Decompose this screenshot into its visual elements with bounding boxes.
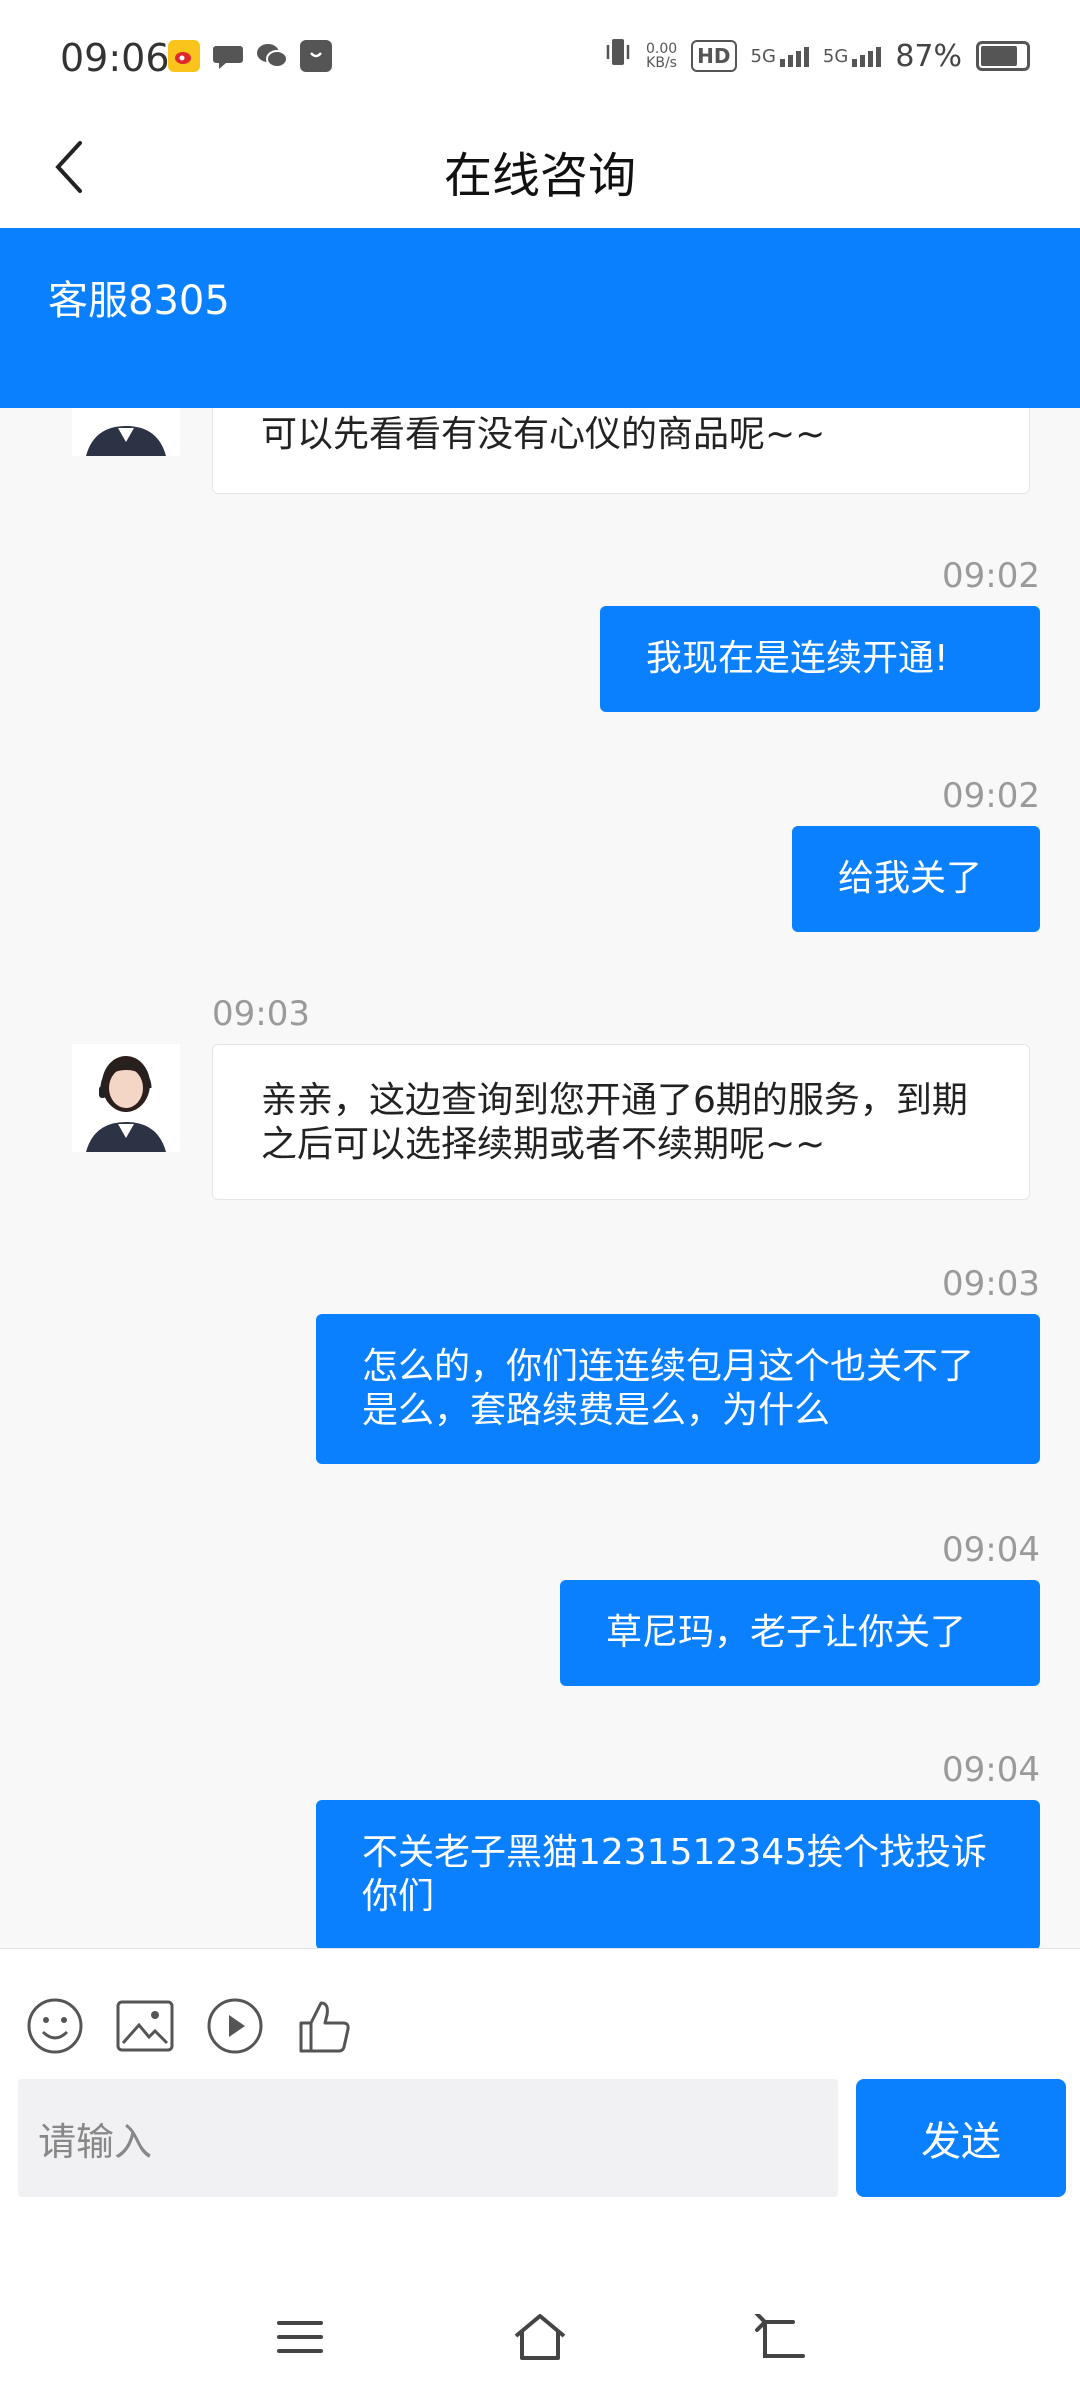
message-input[interactable]: 请输入 xyxy=(18,2079,838,2197)
message-time: 09:02 xyxy=(942,776,1040,816)
status-bar: 09:06 0.00 KB/s HD 5G 5G 87% xyxy=(0,0,1080,110)
outgoing-message: 我现在是连续开通! xyxy=(600,606,1040,712)
outgoing-message: 草尼玛，老子让你关了 xyxy=(560,1580,1040,1686)
hd-badge: HD xyxy=(691,40,737,72)
message-text: 亲亲，这边查询到您开通了6期的服务，到期之后可以选择续期或者不续期呢~~ xyxy=(261,1080,968,1165)
message-time: 09:02 xyxy=(942,556,1040,596)
video-icon[interactable] xyxy=(204,1995,266,2057)
message-icon xyxy=(212,40,244,72)
composer-tools xyxy=(24,1995,356,2057)
outgoing-message: 给我关了 xyxy=(792,826,1040,932)
input-placeholder: 请输入 xyxy=(38,2119,153,2164)
notification-icons xyxy=(168,40,332,72)
sim2-label: 5G xyxy=(822,45,849,67)
message-time: 09:04 xyxy=(942,1750,1040,1790)
message-time: 09:04 xyxy=(942,1530,1040,1570)
signal-sim1: 5G xyxy=(751,46,809,67)
outgoing-message: 怎么的，你们连连续包月这个也关不了是么，套路续费是么，为什么 xyxy=(316,1314,1040,1464)
menu-button[interactable] xyxy=(260,2302,340,2372)
incoming-message: 亲亲，这边查询到您开通了6期的服务，到期之后可以选择续期或者不续期呢~~ xyxy=(212,1044,1030,1200)
home-icon xyxy=(514,2314,566,2360)
back-nav-button[interactable] xyxy=(740,2302,820,2372)
signal-bars-icon xyxy=(852,46,882,67)
agent-name: 客服8305 xyxy=(48,278,230,324)
message-text: 可以先看看有没有心仪的商品呢~~ xyxy=(261,414,826,455)
message-time: 09:03 xyxy=(942,1264,1040,1304)
message-text: 草尼玛，老子让你关了 xyxy=(606,1612,967,1653)
wechat-icon xyxy=(256,40,288,72)
home-button[interactable] xyxy=(500,2302,580,2372)
signal-sim2: 5G xyxy=(822,45,882,67)
incoming-message: 可以先看看有没有心仪的商品呢~~ xyxy=(212,408,1030,494)
agent-header: 客服8305 xyxy=(0,228,1080,408)
thumbs-up-icon[interactable] xyxy=(294,1995,356,2057)
vibrate-icon xyxy=(604,36,632,76)
net-speed: 0.00 KB/s xyxy=(646,42,677,70)
send-button[interactable]: 发送 xyxy=(856,2079,1066,2197)
sim1-label: 5G xyxy=(750,45,776,67)
net-speed-value: 0.00 xyxy=(645,41,678,57)
agent-avatar xyxy=(72,1044,180,1152)
battery-percent: 87% xyxy=(895,38,962,74)
message-text: 怎么的，你们连连续包月这个也关不了是么，套路续费是么，为什么 xyxy=(362,1346,975,1431)
shopping-bag-icon xyxy=(300,40,332,72)
system-nav-bar xyxy=(0,2280,1080,2400)
menu-icon xyxy=(277,2321,323,2353)
back-arrow-icon xyxy=(755,2314,805,2358)
message-text: 不关老子黑猫1231512345挨个找投诉你们 xyxy=(362,1832,988,1917)
net-speed-unit: KB/s xyxy=(646,55,677,71)
outgoing-message: 不关老子黑猫1231512345挨个找投诉你们 xyxy=(316,1800,1040,1948)
message-text: 给我关了 xyxy=(838,858,983,899)
agent-avatar xyxy=(72,408,180,456)
message-text: 我现在是连续开通! xyxy=(646,638,949,679)
image-icon[interactable] xyxy=(114,1995,176,2057)
page-title: 在线咨询 xyxy=(443,148,636,204)
status-time: 09:06 xyxy=(60,36,170,80)
weibo-icon xyxy=(168,40,200,72)
message-time: 09:03 xyxy=(212,994,310,1034)
chat-list[interactable]: 可以先看看有没有心仪的商品呢~~ 09:02 我现在是连续开通! 09:02 给… xyxy=(0,408,1080,1948)
system-status: 0.00 KB/s HD 5G 5G 87% xyxy=(604,36,1030,76)
emoji-icon[interactable] xyxy=(24,1995,86,2057)
signal-bars-icon xyxy=(779,46,809,67)
battery-icon xyxy=(976,41,1030,71)
top-nav: 在线咨询 xyxy=(0,110,1080,228)
